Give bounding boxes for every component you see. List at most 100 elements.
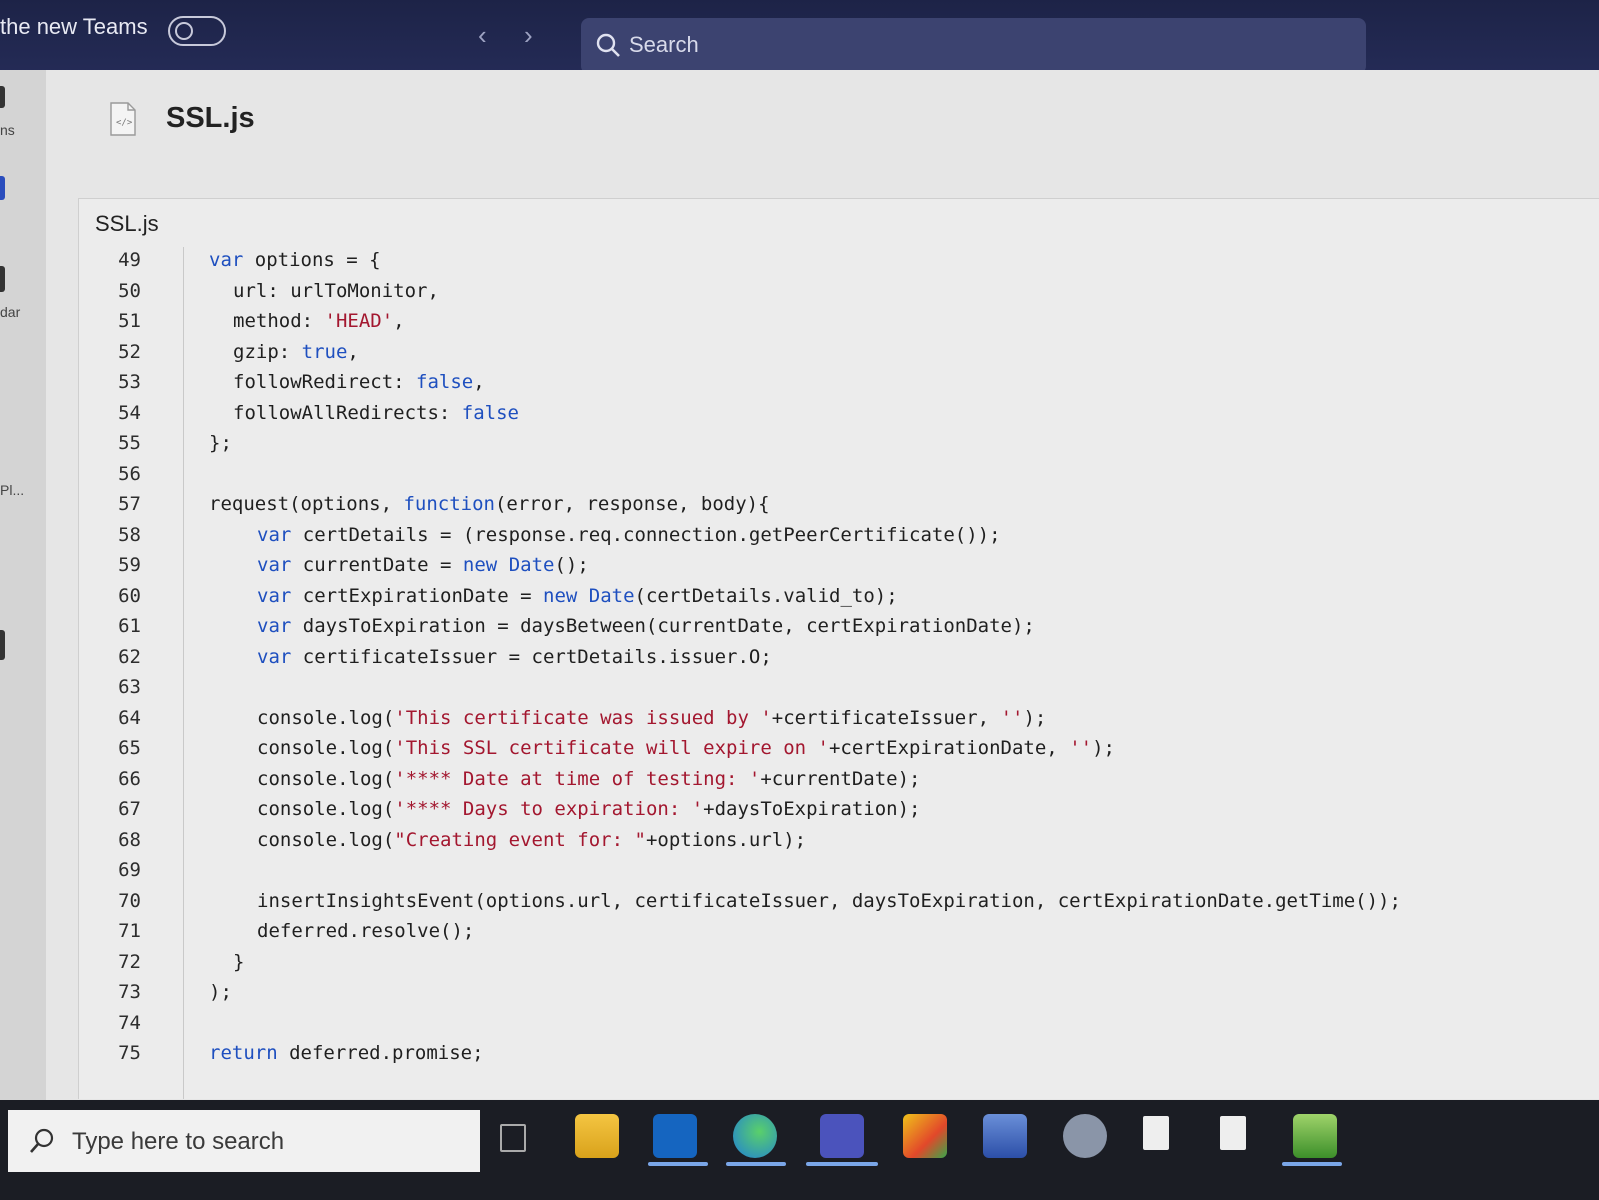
rail-active-indicator: [0, 176, 5, 200]
code-line: 51 method: 'HEAD',: [79, 306, 1599, 337]
code-line: 62 var certificateIssuer = certDetails.is…: [79, 642, 1599, 673]
edge-icon[interactable]: [733, 1114, 777, 1158]
code-line: 63: [79, 672, 1599, 703]
outlook-running-indicator: [648, 1162, 708, 1166]
line-number: 69: [118, 859, 141, 881]
code-text: url: urlToMonitor,: [233, 279, 439, 302]
toggle-knob: [175, 22, 193, 40]
taskbar: Type here to search: [0, 1100, 1599, 1200]
notepad-running-indicator: [1282, 1162, 1342, 1166]
line-number: 51: [118, 310, 141, 332]
chevron-left-icon[interactable]: ‹: [478, 22, 487, 48]
code-text: console.log('This certificate was issued…: [257, 706, 1047, 729]
chevron-right-icon[interactable]: ›: [524, 22, 533, 48]
line-number: 61: [118, 615, 141, 637]
line-number: 52: [118, 340, 141, 363]
code-line: 74: [79, 1008, 1599, 1039]
line-number: 75: [118, 1042, 141, 1064]
edge-running-indicator: [726, 1162, 786, 1166]
taskbar-search-input[interactable]: Type here to search: [72, 1128, 284, 1156]
code-text: var daysToExpiration = daysBetween(curre…: [257, 615, 1035, 637]
line-number: 67: [118, 798, 141, 820]
app-icon[interactable]: [1063, 1114, 1107, 1158]
rail-label[interactable]: Pl...: [0, 482, 24, 498]
code-text: console.log('**** Date at time of testin…: [257, 767, 921, 790]
line-number: 63: [118, 676, 141, 698]
document-icon[interactable]: [1143, 1116, 1169, 1150]
code-editor[interactable]: SSL.js 49 var options = {50 url: urlToMoni…: [78, 198, 1599, 1099]
code-text: );: [209, 981, 232, 1003]
rail-icon[interactable]: [0, 630, 5, 660]
line-number: 68: [118, 828, 141, 851]
code-line: 69: [79, 855, 1599, 886]
document-icon-2[interactable]: [1220, 1116, 1246, 1150]
code-text: console.log("Creating event for: "+optio…: [257, 828, 807, 851]
code-line: 66 console.log('**** Date at time of test…: [79, 764, 1599, 795]
rail-icon[interactable]: [0, 86, 5, 108]
svg-text:</>: </>: [116, 118, 133, 128]
snipping-tool-icon[interactable]: [903, 1114, 947, 1158]
line-number: 71: [118, 920, 141, 942]
code-line: 61 var daysToExpiration = daysBetween(cur…: [79, 611, 1599, 642]
code-line: 71 deferred.resolve();: [79, 916, 1599, 947]
new-teams-toggle[interactable]: [168, 16, 226, 46]
code-text: followRedirect: false,: [233, 371, 485, 393]
outlook-icon[interactable]: [653, 1114, 697, 1158]
line-number: 73: [118, 981, 141, 1003]
code-line: 70 insertInsightsEvent(options.url, certi…: [79, 886, 1599, 917]
rail-label[interactable]: ns: [0, 122, 15, 138]
code-text: insertInsightsEvent(options.url, certifi…: [257, 889, 1401, 912]
code-text: var certDetails = (response.req.connecti…: [257, 523, 1001, 546]
rail-label[interactable]: dar: [0, 304, 20, 320]
line-number: 59: [118, 554, 141, 576]
line-number: 72: [118, 950, 141, 973]
task-view-icon[interactable]: [500, 1124, 526, 1152]
code-text: var certExpirationDate = new Date(certDe…: [257, 584, 898, 607]
line-number: 58: [118, 523, 141, 546]
line-number: 65: [118, 737, 141, 759]
file-explorer-icon[interactable]: [575, 1114, 619, 1158]
tab-ssl-js[interactable]: SSL.js: [95, 211, 159, 237]
line-number: 66: [118, 767, 141, 790]
code-line: 72}: [79, 947, 1599, 978]
code-line: 57 request(options, function(error, respo…: [79, 489, 1599, 520]
code-text: var certificateIssuer = certDetails.issu…: [257, 645, 772, 668]
page-title: SSL.js: [166, 102, 255, 134]
notepad-icon[interactable]: [1293, 1114, 1337, 1158]
code-line: 53 followRedirect: false,: [79, 367, 1599, 398]
line-number: 60: [118, 584, 141, 607]
line-number: 74: [118, 1011, 141, 1034]
code-line: 52 gzip: true,: [79, 337, 1599, 368]
line-number: 64: [118, 706, 141, 729]
line-number: 70: [118, 889, 141, 912]
code-text: method: 'HEAD',: [233, 310, 405, 332]
code-text: return deferred.promise;: [209, 1042, 484, 1064]
code-line: 73);: [79, 977, 1599, 1008]
code-line: 67 console.log('**** Days to expiration: …: [79, 794, 1599, 825]
code-line: 60 var certExpirationDate = new Date(cert…: [79, 581, 1599, 612]
remote-desktop-icon[interactable]: [983, 1114, 1027, 1158]
taskbar-search[interactable]: Type here to search: [8, 1110, 480, 1172]
code-line: 64 console.log('This certificate was issu…: [79, 703, 1599, 734]
search-bar[interactable]: Search: [581, 18, 1366, 74]
code-line: 58 var certDetails = (response.req.connec…: [79, 520, 1599, 551]
search-input[interactable]: Search: [629, 32, 699, 58]
search-icon: [30, 1128, 54, 1153]
code-text: deferred.resolve();: [257, 920, 475, 942]
code-line: 56: [79, 459, 1599, 490]
file-viewer: </> SSL.js SSL.js 49 var options = {50 url…: [46, 70, 1599, 1100]
code-text: var currentDate = new Date();: [257, 554, 589, 576]
code-text: };: [209, 432, 232, 454]
code-line: 65 console.log('This SSL certificate will…: [79, 733, 1599, 764]
line-number: 62: [118, 645, 141, 668]
rail-icon[interactable]: [0, 266, 5, 292]
new-teams-label: the new Teams: [0, 14, 148, 39]
line-number: 49: [118, 249, 141, 271]
left-rail: ns dar Pl...: [0, 70, 46, 1100]
teams-icon[interactable]: [820, 1114, 864, 1158]
code-line: 75 return deferred.promise;: [79, 1038, 1599, 1069]
code-lines: 49 var options = {50 url: urlToMonitor, 51 m…: [79, 245, 1599, 1069]
code-text: console.log('**** Days to expiration: '+…: [257, 798, 921, 820]
teams-running-indicator: [806, 1162, 878, 1166]
code-line: 55};: [79, 428, 1599, 459]
